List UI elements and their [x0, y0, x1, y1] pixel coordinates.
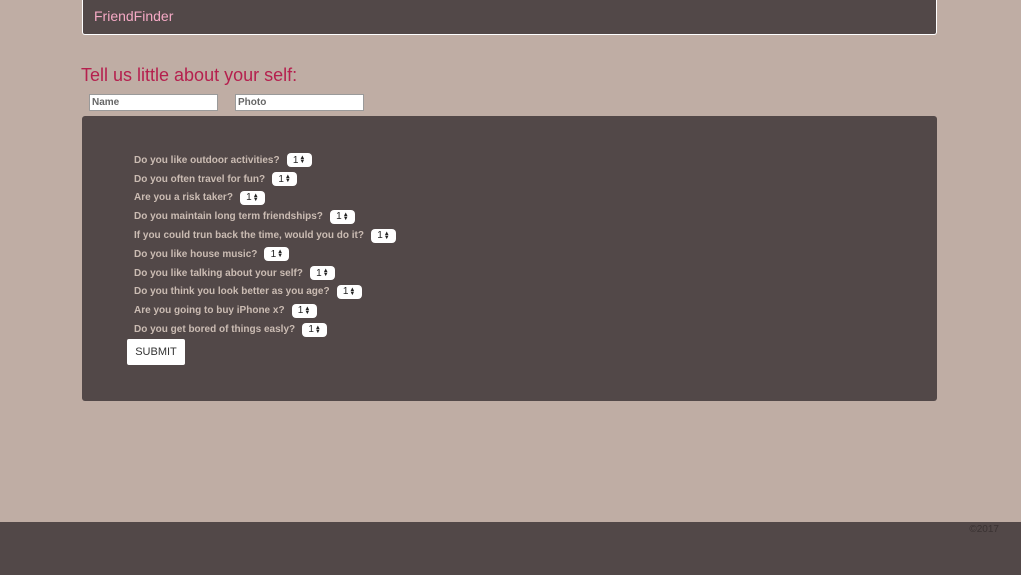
question-select[interactable]: 1 ▲ ▼ [239, 190, 265, 205]
question-label: Do you like talking about your self? [134, 267, 303, 279]
question-row: Do you often travel for fun? 1 ▲ ▼ [134, 170, 396, 189]
question-select[interactable]: 1 ▲ ▼ [302, 322, 328, 337]
select-value: 1 [292, 154, 299, 166]
photo-input[interactable] [235, 94, 364, 111]
question-row: Are you a risk taker? 1 ▲ ▼ [134, 189, 396, 208]
question-select[interactable]: 1 ▲ ▼ [286, 153, 312, 168]
select-value: 1 [342, 286, 349, 298]
select-value: 1 [270, 248, 277, 260]
form-heading: Tell us little about your self: [81, 65, 298, 85]
question-row: Do you think you look better as you age?… [134, 283, 396, 302]
question-select[interactable]: 1 ▲ ▼ [371, 228, 396, 243]
select-value: 1 [278, 173, 284, 185]
question-row: Do you like house music? 1 ▲ ▼ [134, 245, 396, 264]
select-value: 1 [377, 230, 383, 242]
question-row: Are you going to buy iPhone x? 1 ▲ ▼ [134, 301, 396, 320]
updown-arrows-icon: ▲ ▼ [383, 230, 390, 241]
survey-panel: Do you like outdoor activities? 1 ▲ ▼ Do … [82, 116, 937, 401]
question-row: Do you like talking about your self? 1 ▲… [134, 264, 396, 283]
updown-arrows-icon: ▲ ▼ [349, 286, 356, 297]
updown-arrows-icon: ▲ ▼ [304, 305, 311, 316]
select-value: 1 [297, 305, 304, 317]
updown-arrows-icon: ▲ ▼ [277, 249, 284, 260]
question-label: If you could trun back the time, would y… [134, 230, 364, 242]
updown-arrows-icon: ▲ ▼ [314, 324, 321, 335]
question-row: Do you get bored of things easly? 1 ▲ ▼ [134, 320, 396, 339]
question-label: Do you get bored of things easly? [134, 324, 296, 336]
question-label: Do you think you look better as you age? [134, 286, 330, 298]
question-row: Do you like outdoor activities? 1 ▲ ▼ [134, 151, 396, 170]
question-select[interactable]: 1 ▲ ▼ [264, 247, 290, 262]
select-value: 1 [316, 267, 322, 279]
question-row: If you could trun back the time, would y… [134, 226, 396, 245]
footer: ©2017 [0, 522, 1021, 575]
question-row: Do you maintain long term friendships? 1… [134, 207, 396, 226]
updown-arrows-icon: ▲ ▼ [284, 174, 291, 185]
name-input[interactable] [89, 94, 218, 111]
updown-arrows-icon: ▲ ▼ [342, 211, 349, 222]
question-select[interactable]: 1 ▲ ▼ [272, 172, 298, 187]
question-label: Do you like outdoor activities? [134, 154, 280, 166]
copyright-text: ©2017 [969, 524, 999, 535]
updown-arrows-icon: ▲ ▼ [322, 268, 329, 279]
question-label: Do you like house music? [134, 248, 258, 260]
question-label: Do you maintain long term friendships? [134, 211, 323, 223]
select-value: 1 [336, 211, 342, 223]
select-value: 1 [308, 324, 314, 336]
brand-link[interactable]: FriendFinder [94, 8, 173, 24]
question-select[interactable]: 1 ▲ ▼ [291, 303, 317, 318]
select-value: 1 [246, 192, 252, 204]
updown-arrows-icon: ▲ ▼ [252, 192, 259, 203]
updown-arrows-icon: ▲ ▼ [299, 155, 306, 166]
question-label: Are you going to buy iPhone x? [134, 305, 285, 317]
navbar: FriendFinder [82, 0, 937, 35]
question-select[interactable]: 1 ▲ ▼ [336, 284, 362, 299]
question-label: Are you a risk taker? [134, 192, 233, 204]
submit-button[interactable]: SUBMIT [127, 339, 185, 365]
question-select[interactable]: 1 ▲ ▼ [329, 209, 355, 224]
question-label: Do you often travel for fun? [134, 173, 266, 185]
question-list: Do you like outdoor activities? 1 ▲ ▼ Do … [134, 151, 396, 339]
question-select[interactable]: 1 ▲ ▼ [309, 266, 335, 281]
